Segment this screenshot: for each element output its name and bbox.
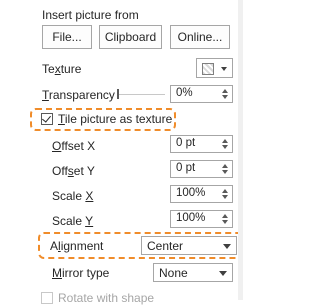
chevron-down-icon [219,271,227,276]
offset-y-label: Offset Y [52,164,95,178]
offset-x-spinner[interactable]: 0 pt [170,135,233,153]
spin-arrows-icon[interactable] [221,212,229,226]
scale-y-label: Scale Y [52,214,94,228]
rotate-with-shape-label: Rotate with shape [58,291,155,305]
tile-label: Tile picture as texture [58,112,173,126]
offset-y-value: 0 pt [176,162,196,174]
transparency-spinner[interactable]: 0% [170,85,233,103]
online-button[interactable]: Online... [170,25,230,49]
scale-y-spinner[interactable]: 100% [170,210,233,228]
rotate-checkbox[interactable] [41,292,53,304]
scrollbar[interactable] [238,0,243,300]
transparency-slider-track[interactable] [117,94,165,95]
mirror-type-dropdown[interactable]: None [153,263,233,282]
file-button[interactable]: File... [42,25,92,49]
checkmark-icon [42,113,51,123]
spin-arrows-icon[interactable] [221,187,229,201]
scale-x-value: 100% [176,187,206,199]
mirror-type-label: Mirror type [52,266,110,280]
texture-dropdown[interactable] [196,58,233,78]
transparency-slider-thumb[interactable] [117,89,119,99]
offset-x-label: Offset X [52,139,96,153]
scale-x-spinner[interactable]: 100% [170,185,233,203]
offset-x-value: 0 pt [176,137,196,149]
spin-arrows-icon[interactable] [221,162,229,176]
transparency-value: 0% [176,87,193,99]
insert-picture-heading: Insert picture from [42,8,139,22]
texture-picker-icon [202,63,214,75]
alignment-label: Alignment [50,239,104,253]
clipboard-button[interactable]: Clipboard [99,25,162,49]
chevron-down-icon [221,67,227,71]
spin-arrows-icon[interactable] [221,137,229,151]
alignment-value: Center [147,239,184,253]
texture-label: Texture [42,62,82,76]
offset-y-spinner[interactable]: 0 pt [170,160,233,178]
scale-y-value: 100% [176,212,206,224]
chevron-down-icon [223,244,231,249]
spin-arrows-icon[interactable] [221,87,229,101]
transparency-label: Transparency [42,88,115,102]
mirror-type-value: None [159,266,188,280]
tile-checkbox[interactable] [41,113,53,125]
scale-x-label: Scale X [52,189,94,203]
alignment-dropdown[interactable]: Center [141,236,237,255]
